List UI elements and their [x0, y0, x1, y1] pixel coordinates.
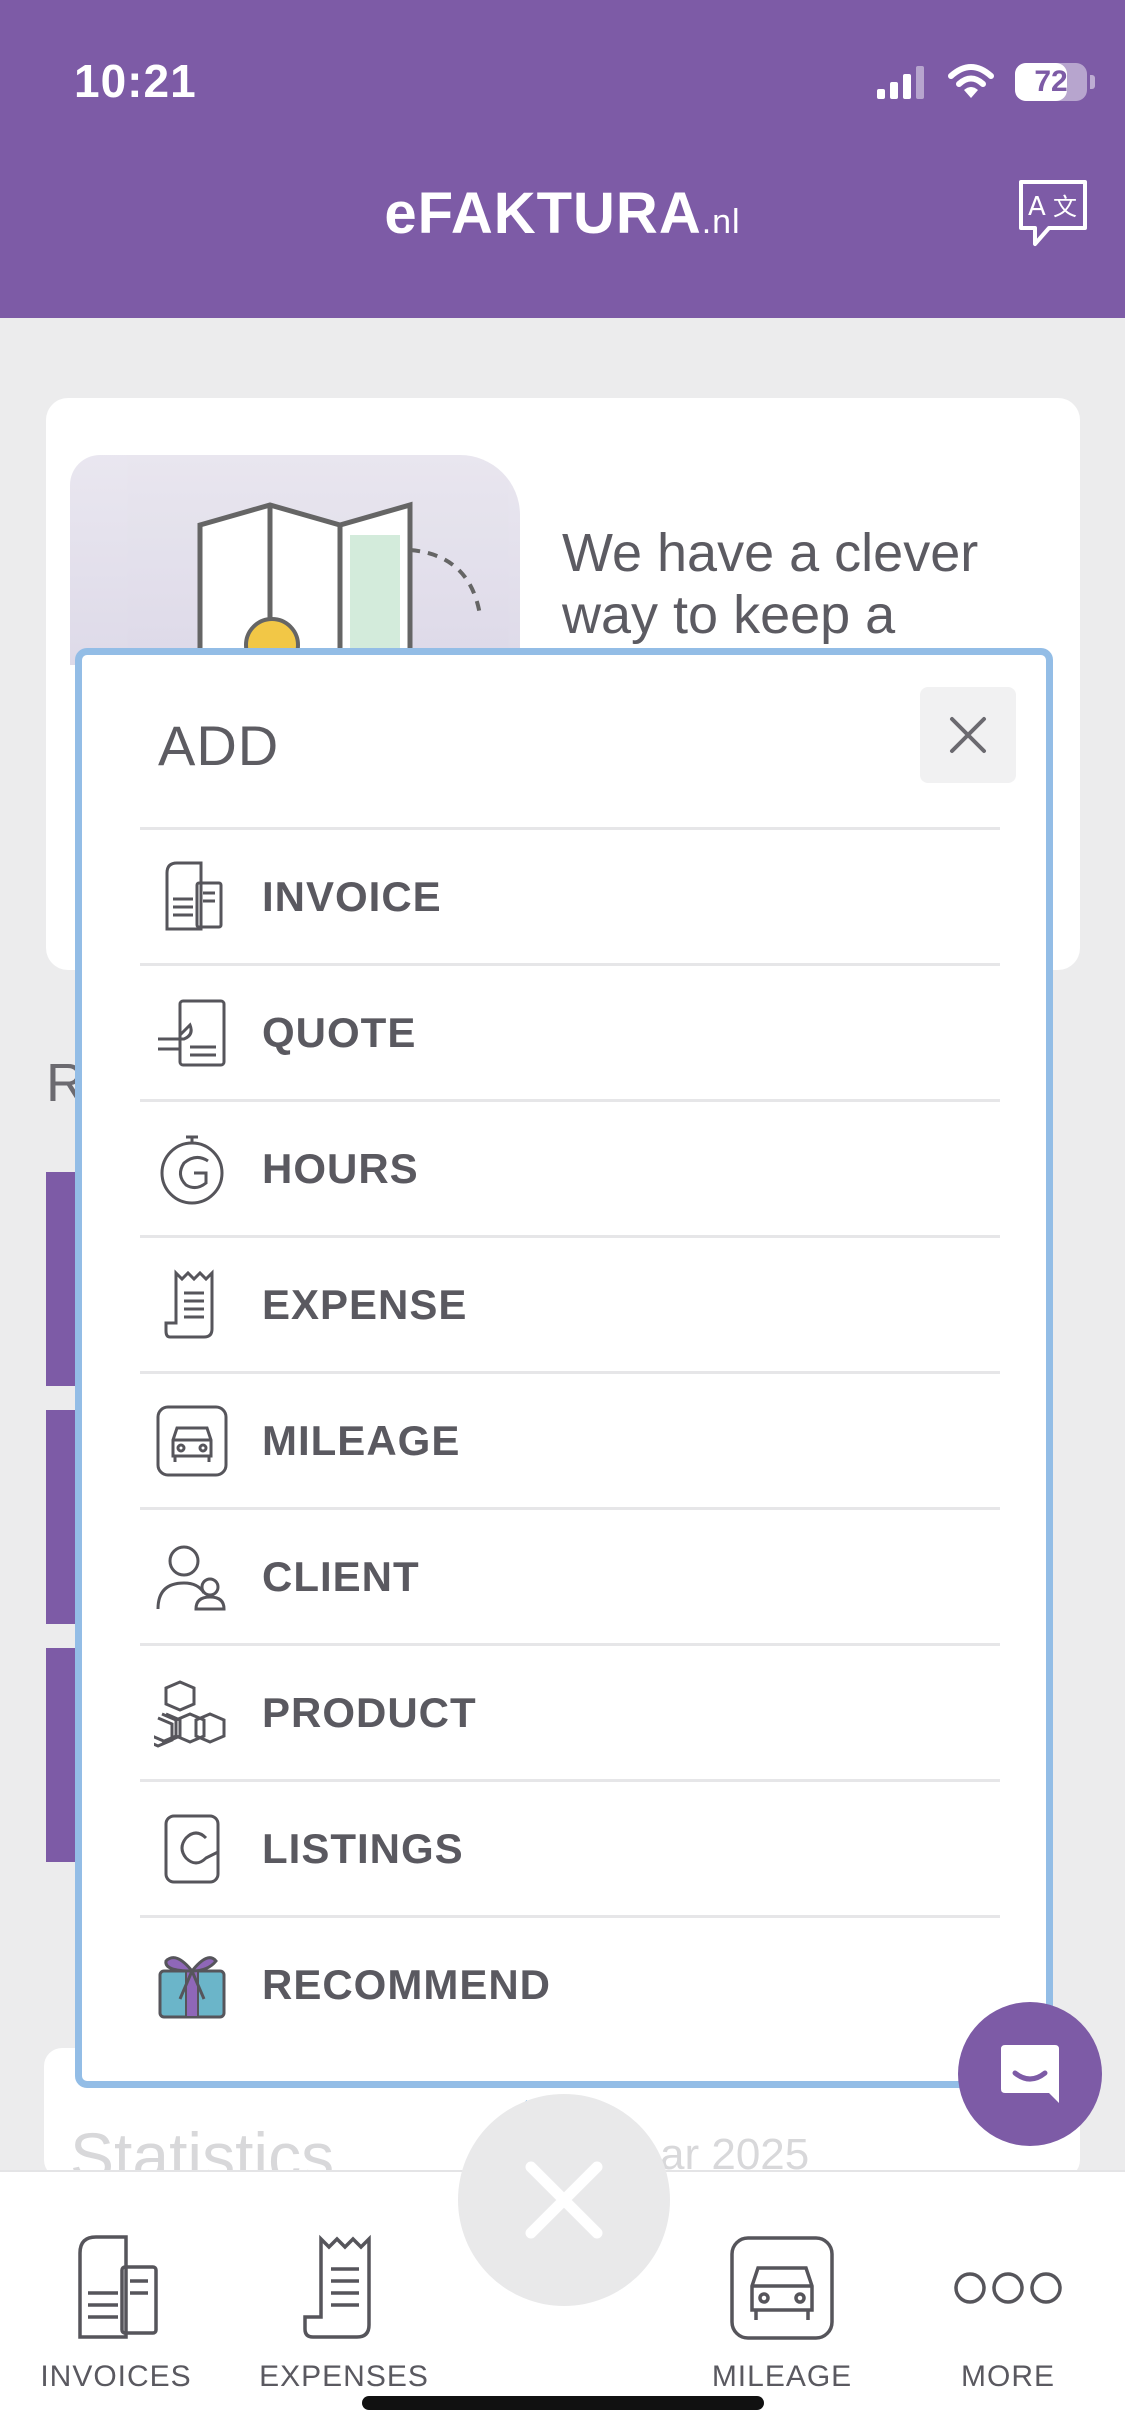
nav-label: MORE: [961, 2360, 1055, 2393]
menu-item-label: HOURS: [262, 1144, 419, 1192]
menu-item-invoice[interactable]: INVOICE: [140, 827, 1000, 963]
close-icon: [525, 2161, 603, 2239]
invoice-icon: [152, 857, 232, 937]
expenses-icon: [303, 2234, 371, 2339]
menu-item-label: INVOICE: [262, 872, 442, 920]
menu-item-recommend[interactable]: RECOMMEND: [140, 1915, 1000, 2051]
more-icon: [954, 2272, 1062, 2304]
promo-text: We have a clever way to keep a: [562, 523, 979, 645]
close-icon: [950, 717, 986, 753]
svg-text:文: 文: [1053, 193, 1077, 221]
menu-item-hours[interactable]: HOURS: [140, 1099, 1000, 1235]
app-header: 10:21 72 eFAKTURA.nl A 文: [0, 0, 1125, 318]
product-icon: [152, 1673, 232, 1753]
add-menu-list: INVOICE QUOTE HOURS EXPENSE MILEAGE CLIE…: [140, 827, 1000, 2051]
modal-title: ADD: [158, 714, 280, 777]
menu-item-client[interactable]: CLIENT: [140, 1507, 1000, 1643]
map-illustration: [197, 501, 482, 673]
menu-item-label: CLIENT: [262, 1552, 420, 1600]
menu-item-label: LISTINGS: [262, 1824, 464, 1872]
menu-item-label: QUOTE: [262, 1008, 417, 1056]
status-icons: 72: [875, 58, 1095, 106]
nav-mileage[interactable]: MILEAGE: [682, 2228, 882, 2394]
translate-button[interactable]: A 文: [1015, 178, 1091, 250]
nav-label: EXPENSES: [259, 2360, 429, 2393]
expense-icon: [152, 1265, 232, 1345]
add-close-fab[interactable]: [458, 2094, 670, 2306]
chat-button[interactable]: [958, 2002, 1102, 2146]
quote-icon: [152, 993, 232, 1073]
menu-item-product[interactable]: PRODUCT: [140, 1643, 1000, 1779]
menu-item-label: EXPENSE: [262, 1280, 468, 1328]
menu-item-mileage[interactable]: MILEAGE: [140, 1371, 1000, 1507]
invoices-icon: [78, 2235, 158, 2339]
mileage-icon: [152, 1401, 232, 1481]
nav-label: MILEAGE: [711, 2360, 853, 2393]
menu-item-expense[interactable]: EXPENSE: [140, 1235, 1000, 1371]
brand-main: eFAKTURA: [384, 181, 702, 246]
home-indicator: [362, 2396, 764, 2410]
battery-percent: 72: [1034, 65, 1068, 98]
modal-close-button[interactable]: [920, 687, 1016, 783]
chat-icon: [1001, 2045, 1059, 2103]
nav-invoices[interactable]: INVOICES: [16, 2228, 216, 2394]
car-icon: [730, 2236, 834, 2340]
nav-expenses[interactable]: EXPENSES: [244, 2228, 444, 2394]
battery-tip: [1090, 75, 1095, 89]
menu-item-label: RECOMMEND: [262, 1960, 551, 2008]
wifi-icon: [948, 64, 994, 98]
listings-icon: [152, 1809, 232, 1889]
brand-logo: eFAKTURA.nl: [0, 180, 1125, 247]
battery-indicator: 72: [1015, 63, 1095, 101]
client-icon: [152, 1537, 232, 1617]
hours-icon: [152, 1129, 232, 1209]
svg-text:A: A: [1028, 192, 1046, 222]
signal-icon: [877, 66, 924, 99]
menu-item-quote[interactable]: QUOTE: [140, 963, 1000, 1099]
menu-item-label: PRODUCT: [262, 1688, 477, 1736]
gift-icon: [152, 1945, 232, 2025]
nav-label: INVOICES: [40, 2360, 192, 2393]
menu-item-label: MILEAGE: [262, 1416, 461, 1464]
brand-suffix: .nl: [701, 203, 741, 241]
promo-illustration: [70, 455, 520, 673]
translate-icon: A 文: [1019, 180, 1087, 246]
menu-item-listings[interactable]: LISTINGS: [140, 1779, 1000, 1915]
nav-more[interactable]: MORE: [908, 2228, 1108, 2394]
add-modal: ADD INVOICE QUOTE HOURS EXPENSE MILEAGE …: [75, 648, 1053, 2088]
status-time: 10:21: [74, 55, 197, 107]
